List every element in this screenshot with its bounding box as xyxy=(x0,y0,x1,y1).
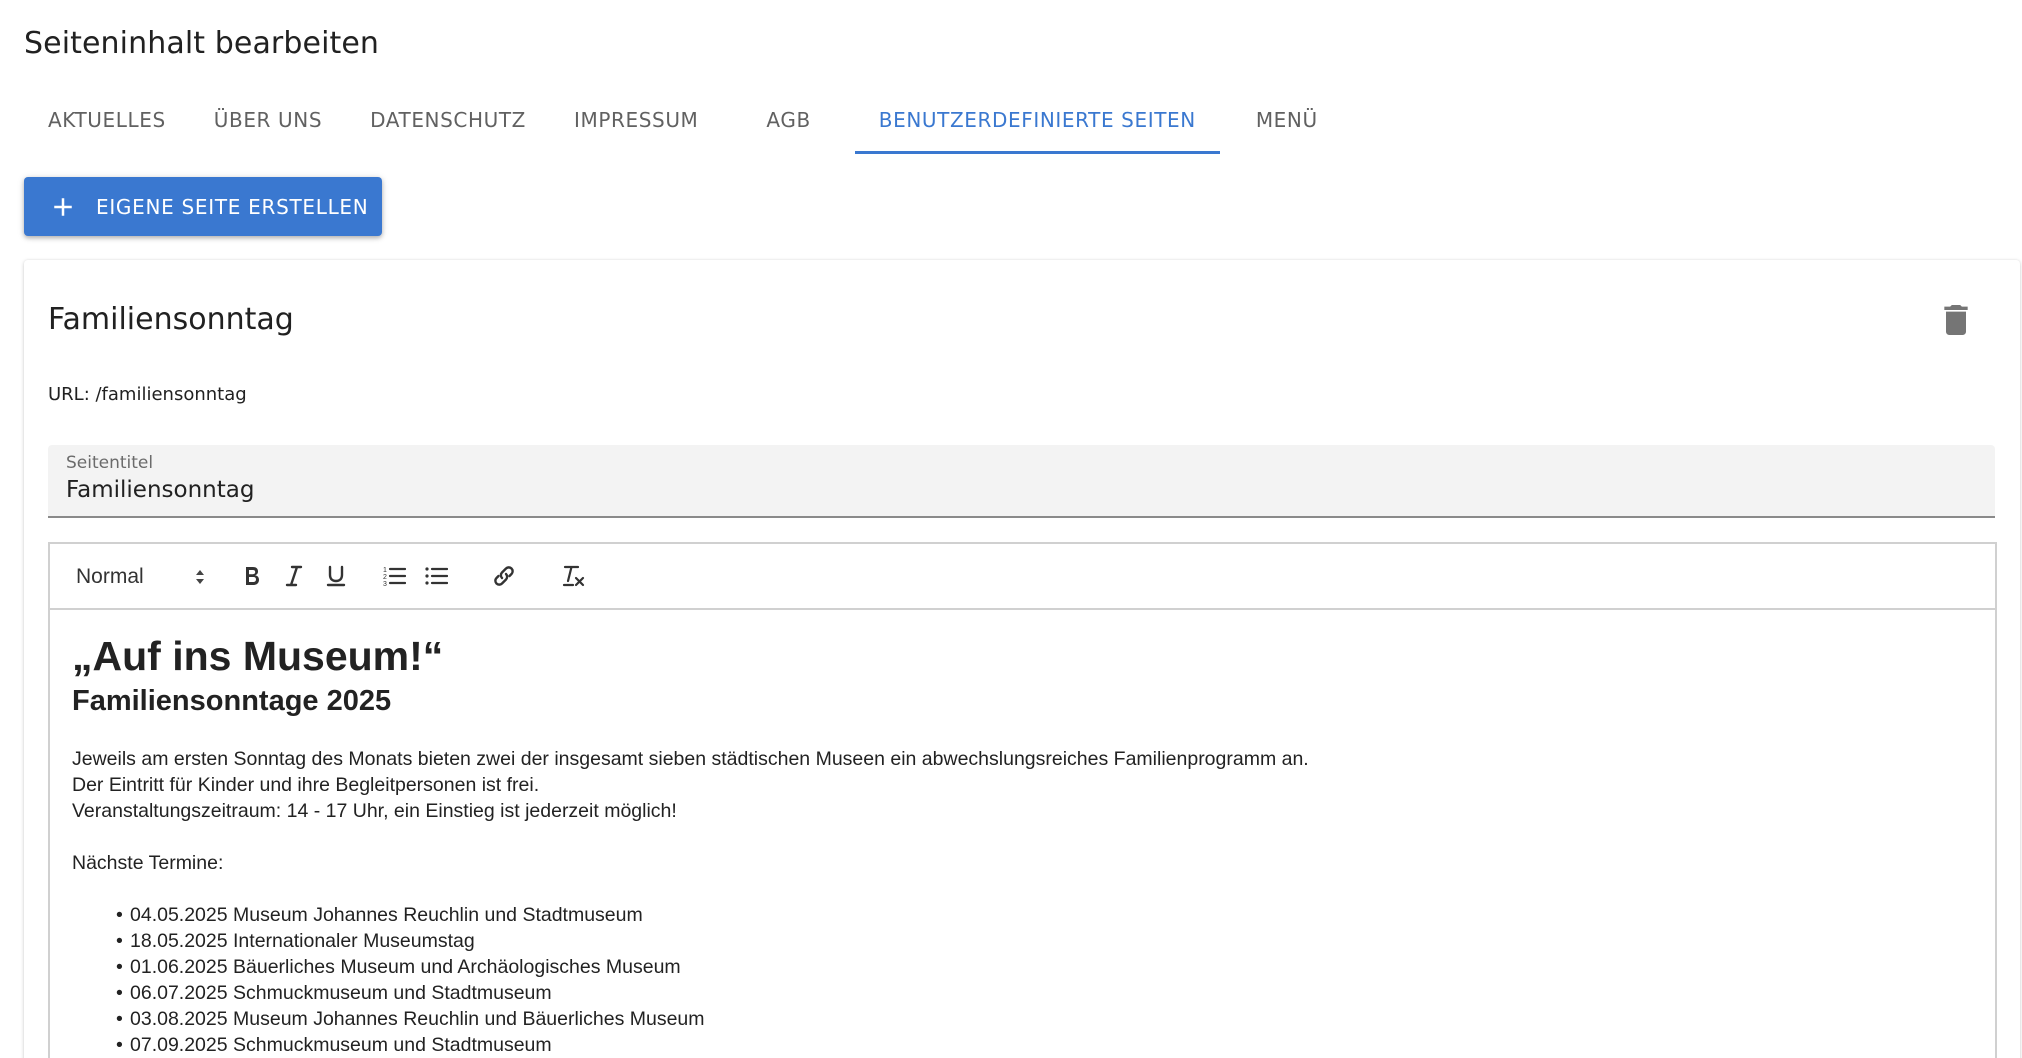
bold-icon xyxy=(246,567,259,585)
bullet-list-icon xyxy=(425,567,448,585)
create-page-button[interactable]: EIGENE SEITE ERSTELLEN xyxy=(24,177,382,236)
tab-bar: AKTUELLES ÜBER UNS DATENSCHUTZ IMPRESSUM… xyxy=(24,86,1342,154)
create-page-button-label: EIGENE SEITE ERSTELLEN xyxy=(96,194,369,219)
page-url: URL: /familiensonntag xyxy=(48,384,247,405)
content-paragraph-line: Veranstaltungszeitraum: 14 - 17 Uhr, ein… xyxy=(72,800,677,822)
bold-button[interactable] xyxy=(236,560,268,592)
underline-button[interactable] xyxy=(320,560,352,592)
italic-icon xyxy=(285,565,303,587)
page: Seiteninhalt bearbeiten AKTUELLES ÜBER U… xyxy=(0,0,2022,1058)
content-heading-2: Familiensonntage 2025 xyxy=(72,685,392,717)
page-title-input[interactable] xyxy=(66,477,1966,503)
page-title-field[interactable]: Seitentitel xyxy=(48,445,1995,518)
format-select[interactable]: Normal xyxy=(76,562,206,592)
list-item: 03.08.2025 Museum Johannes Reuchlin und … xyxy=(116,1006,1975,1032)
page-title-field-label: Seitentitel xyxy=(66,453,154,473)
content-paragraph-line: Jeweils am ersten Sonntag des Monats bie… xyxy=(72,748,1309,770)
svg-text:1: 1 xyxy=(383,567,387,574)
ordered-list-icon: 1 2 3 xyxy=(383,567,406,588)
list-item: 06.07.2025 Schmuckmuseum und Stadtmuseum xyxy=(116,980,1975,1006)
list-item: 01.06.2025 Bäuerliches Museum und Archäo… xyxy=(116,954,1975,980)
tab-impressum[interactable]: IMPRESSUM xyxy=(550,86,742,154)
select-arrows-icon xyxy=(196,570,204,584)
clear-format-icon xyxy=(562,565,585,587)
ordered-list-button[interactable]: 1 2 3 xyxy=(378,560,410,592)
page-card: Familiensonntag URL: /familiensonntag Se… xyxy=(24,260,2020,1058)
italic-button[interactable] xyxy=(278,560,310,592)
link-icon xyxy=(494,566,514,586)
link-button[interactable] xyxy=(488,560,520,592)
tab-aktuelles[interactable]: AKTUELLES xyxy=(24,86,190,154)
tab-datenschutz[interactable]: DATENSCHUTZ xyxy=(346,86,550,154)
list-item: 07.09.2025 Schmuckmuseum und Stadtmuseum xyxy=(116,1032,1975,1058)
tab-menue[interactable]: MENÜ xyxy=(1220,86,1342,154)
trash-icon[interactable] xyxy=(1936,298,1976,342)
tab-benutzerdefinierte-seiten[interactable]: BENUTZERDEFINIERTE SEITEN xyxy=(854,86,1220,154)
rich-text-editor: Normal 1 2 3 „Auf ins Museum!“ Familiens… xyxy=(48,542,1997,1058)
svg-text:3: 3 xyxy=(383,581,387,588)
tab-agb[interactable]: AGB xyxy=(742,86,854,154)
clear-format-button[interactable] xyxy=(558,560,590,592)
bullet-list-button[interactable] xyxy=(420,560,452,592)
list-item: 18.05.2025 Internationaler Museumstag xyxy=(116,928,1975,954)
underline-icon xyxy=(326,565,346,587)
svg-text:2: 2 xyxy=(383,574,387,581)
format-select-value: Normal xyxy=(76,565,144,588)
list-item: 04.05.2025 Museum Johannes Reuchlin und … xyxy=(116,902,1975,928)
card-title: Familiensonntag xyxy=(48,302,294,337)
editor-toolbar: Normal 1 2 3 xyxy=(50,544,1995,610)
dates-list: 04.05.2025 Museum Johannes Reuchlin und … xyxy=(72,902,1975,1058)
content-heading-1: „Auf ins Museum!“ xyxy=(72,633,444,679)
content-paragraph-line: Der Eintritt für Kinder und ihre Begleit… xyxy=(72,774,540,796)
editor-content[interactable]: „Auf ins Museum!“ Familiensonntage 2025 … xyxy=(72,632,1975,1058)
tab-ueber-uns[interactable]: ÜBER UNS xyxy=(190,86,346,154)
page-title: Seiteninhalt bearbeiten xyxy=(24,26,380,61)
plus-icon xyxy=(54,197,72,216)
next-dates-label: Nächste Termine: xyxy=(72,852,224,874)
